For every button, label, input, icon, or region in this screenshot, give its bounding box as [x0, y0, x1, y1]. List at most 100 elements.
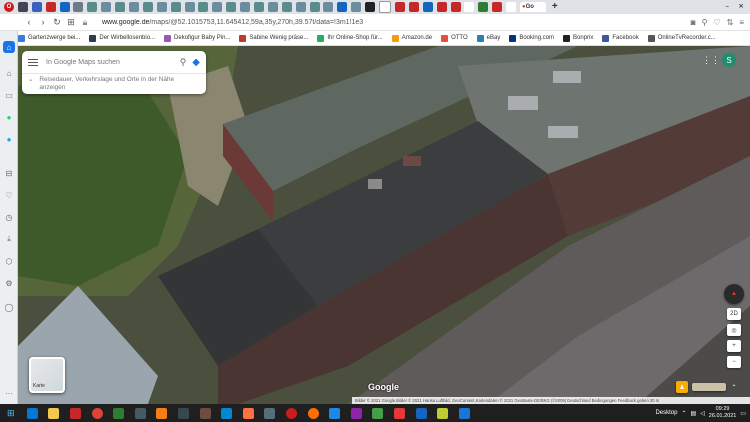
- tab[interactable]: [184, 2, 195, 12]
- minimize-icon[interactable]: –: [722, 2, 732, 12]
- forward-icon[interactable]: ›: [36, 17, 50, 27]
- speed-dial-icon[interactable]: ⊞: [64, 17, 78, 28]
- tab[interactable]: [309, 2, 320, 12]
- home-icon[interactable]: ⌂: [3, 67, 15, 79]
- lock-icon[interactable]: 🔒︎: [78, 17, 92, 28]
- tab[interactable]: [506, 2, 517, 12]
- tab[interactable]: [295, 2, 306, 12]
- directions-hint-row[interactable]: ⌄ Reisedauer, Verkehrslage und Orte in d…: [22, 74, 206, 94]
- tab[interactable]: [73, 2, 84, 12]
- tab[interactable]: [129, 2, 140, 12]
- app-icon[interactable]: [437, 407, 449, 419]
- tab[interactable]: [450, 2, 461, 12]
- my-location-icon[interactable]: ◎: [727, 324, 741, 336]
- tab[interactable]: [240, 2, 251, 12]
- downloads-icon[interactable]: ⤓: [3, 233, 15, 245]
- app-icon[interactable]: [242, 407, 254, 419]
- app-icon[interactable]: [393, 407, 405, 419]
- compass-icon[interactable]: ▲: [724, 284, 744, 304]
- layer-toggle-button[interactable]: Karte: [29, 357, 65, 393]
- location-icon[interactable]: ◯: [3, 301, 15, 313]
- settings-icon[interactable]: ≡: [739, 18, 744, 27]
- camera-icon[interactable]: ◙: [691, 18, 696, 27]
- app-icon[interactable]: [178, 407, 190, 419]
- notifications-icon[interactable]: ▭: [740, 410, 746, 417]
- tab[interactable]: [492, 2, 503, 12]
- app-icon[interactable]: [329, 407, 341, 419]
- volume-icon[interactable]: ◁: [700, 410, 705, 417]
- zoom-out-button[interactable]: −: [727, 356, 741, 368]
- tab[interactable]: [337, 2, 348, 12]
- app-icon[interactable]: [113, 407, 125, 419]
- tab[interactable]: [17, 2, 28, 12]
- view-toggle-button[interactable]: 2D: [727, 308, 741, 320]
- tab[interactable]: [87, 2, 98, 12]
- tab[interactable]: [394, 2, 405, 12]
- bookmark-item[interactable]: Facebook: [602, 34, 639, 42]
- whatsapp-icon[interactable]: ●: [3, 111, 15, 123]
- avatar[interactable]: S: [722, 53, 736, 67]
- app-icon[interactable]: [221, 407, 233, 419]
- app-icon[interactable]: [134, 407, 146, 419]
- firefox-icon[interactable]: [307, 407, 319, 419]
- tab[interactable]: [115, 2, 126, 12]
- app-icon[interactable]: [70, 407, 82, 419]
- tab[interactable]: [323, 2, 334, 12]
- search-icon[interactable]: ⚲: [180, 57, 187, 68]
- bookmark-item[interactable]: Booking.com: [509, 34, 554, 42]
- tab[interactable]: [436, 2, 447, 12]
- extensions-icon[interactable]: ⬡: [3, 255, 15, 267]
- opera-menu-icon[interactable]: O: [4, 2, 14, 12]
- chevron-up-icon[interactable]: ⌃: [728, 381, 740, 393]
- tab[interactable]: [101, 2, 112, 12]
- sidebar-settings-icon[interactable]: ⚙: [3, 277, 15, 289]
- bookmark-item[interactable]: eBay: [476, 34, 500, 42]
- new-tab-button[interactable]: +: [550, 2, 560, 12]
- app-icon[interactable]: [264, 407, 276, 419]
- tab[interactable]: [478, 2, 489, 12]
- app-icon[interactable]: [350, 407, 362, 419]
- clock[interactable]: 09:29 26.01.2021: [709, 406, 737, 420]
- zoom-in-button[interactable]: +: [727, 340, 741, 352]
- heart-sidebar-icon[interactable]: ♡: [3, 189, 15, 201]
- tab[interactable]: [365, 2, 376, 12]
- tab[interactable]: [170, 2, 181, 12]
- app-icon[interactable]: [372, 407, 384, 419]
- tab[interactable]: [142, 2, 153, 12]
- bookmark-item[interactable]: OTTO: [441, 34, 468, 42]
- bookmark-item[interactable]: Sabine Wenig präse...: [239, 34, 308, 42]
- search-icon[interactable]: ⚲: [702, 18, 708, 27]
- tab[interactable]: [45, 2, 56, 12]
- directions-icon[interactable]: ◆: [192, 57, 200, 68]
- tab[interactable]: [31, 2, 42, 12]
- url-field[interactable]: www.google.de/maps/@52.1015753,11.645412…: [102, 19, 482, 26]
- tab-active[interactable]: ● Go: [519, 2, 546, 12]
- tab[interactable]: [254, 2, 265, 12]
- wallet-icon[interactable]: ▭: [3, 89, 15, 101]
- bookmark-item[interactable]: OnlineTvRecorder.c...: [647, 34, 716, 42]
- bookmark-item[interactable]: Ihr Online-Shop für...: [317, 34, 383, 42]
- bookmarks-icon[interactable]: ⊟: [3, 167, 15, 179]
- tab[interactable]: [351, 2, 362, 12]
- tab[interactable]: [267, 2, 278, 12]
- network-icon[interactable]: ▤: [691, 410, 697, 417]
- heart-icon[interactable]: ♡: [713, 18, 720, 27]
- windows-start-icon[interactable]: ⊞: [5, 408, 16, 419]
- imagery-thumbnails[interactable]: [692, 383, 726, 391]
- bookmark-item[interactable]: Bonprix: [563, 34, 593, 42]
- app-icon[interactable]: [415, 407, 427, 419]
- maps-search-input[interactable]: [46, 58, 180, 66]
- history-icon[interactable]: ◷: [3, 211, 15, 223]
- bookmark-item[interactable]: Dekofigur Baby Pin...: [164, 34, 230, 42]
- app-icon[interactable]: [199, 407, 211, 419]
- app-icon[interactable]: [156, 407, 168, 419]
- tab[interactable]: [156, 2, 167, 12]
- tab[interactable]: [212, 2, 223, 12]
- tab[interactable]: [198, 2, 209, 12]
- tab[interactable]: [379, 1, 392, 13]
- bookmark-item[interactable]: Gartenzwerge bei...: [18, 34, 80, 42]
- bookmark-item[interactable]: Amazon.de: [391, 34, 432, 42]
- opera-taskbar-icon[interactable]: [286, 407, 298, 419]
- flow-icon[interactable]: ⇅: [727, 18, 734, 27]
- close-icon[interactable]: ✕: [736, 2, 746, 12]
